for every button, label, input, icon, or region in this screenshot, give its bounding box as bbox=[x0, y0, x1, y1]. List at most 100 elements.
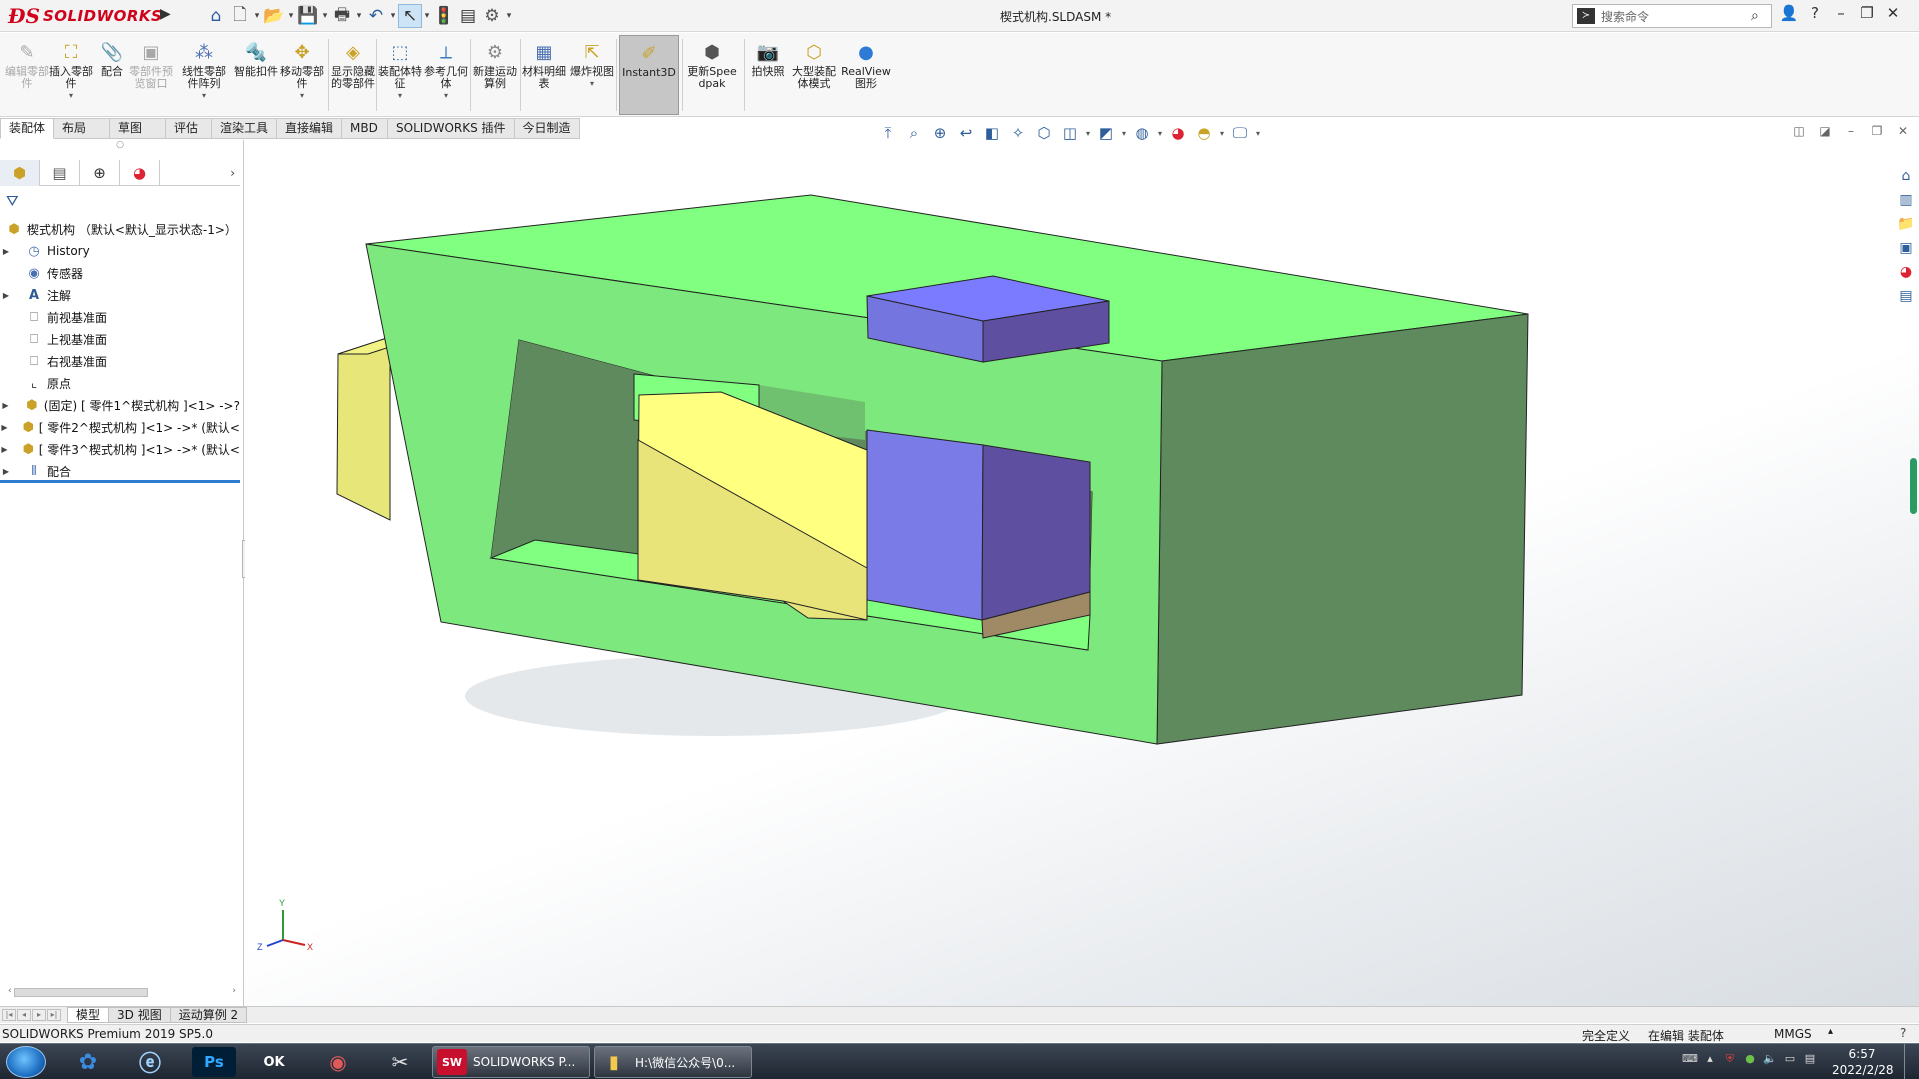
left-wedge-protrusion[interactable] bbox=[336, 336, 391, 521]
open-icon[interactable]: 📂 bbox=[262, 4, 286, 28]
tab-solidworks-addins[interactable]: SOLIDWORKS 插件 bbox=[388, 118, 515, 139]
tree-item-right-plane[interactable]: ⎕ 右视基准面 bbox=[0, 350, 240, 372]
volume-icon[interactable]: 🔈 bbox=[1760, 1052, 1780, 1066]
security-icon[interactable]: ⛨ bbox=[1720, 1052, 1740, 1066]
edit-component-button[interactable]: ✎ 编辑零部件 bbox=[4, 35, 50, 115]
scroll-left-icon[interactable]: ‹ bbox=[8, 986, 12, 996]
hide-show-dropdown-icon[interactable]: ▾ bbox=[1119, 129, 1129, 138]
search-icon[interactable]: ⌕ bbox=[1751, 8, 1771, 24]
tab-direct-editing[interactable]: 直接编辑 bbox=[277, 118, 343, 139]
component-preview-button[interactable]: ▣ 零部件预览窗口 bbox=[128, 35, 174, 115]
viewport-restore-icon[interactable]: ❐ bbox=[1864, 124, 1890, 138]
scroll-right-icon[interactable]: › bbox=[232, 986, 236, 996]
take-snapshot-button[interactable]: 📷 拍快照 bbox=[746, 35, 790, 115]
expand-arrow-icon[interactable]: ▶ bbox=[0, 291, 12, 300]
tree-item-annotations[interactable]: ▶ A 注解 bbox=[0, 284, 240, 306]
dropdown-icon[interactable]: ▾ bbox=[444, 91, 448, 100]
move-component-button[interactable]: ✥ 移动零部件 ▾ bbox=[278, 35, 326, 115]
ie-browser-icon[interactable]: ⓔ bbox=[128, 1047, 172, 1077]
save-dropdown-icon[interactable]: ▾ bbox=[320, 11, 330, 21]
taskbar-task-explorer[interactable]: ▮ H:\微信公众号\0... bbox=[594, 1046, 752, 1078]
linear-pattern-button[interactable]: ⁂ 线性零部件阵列 ▾ bbox=[178, 35, 230, 115]
hide-show-items-icon[interactable]: ◩ bbox=[1093, 124, 1119, 142]
appearance-dropdown-icon[interactable]: ▾ bbox=[1155, 129, 1165, 138]
tree-item-origin[interactable]: ⌞ 原点 bbox=[0, 372, 240, 394]
restore-icon[interactable]: ❐ bbox=[1854, 4, 1880, 22]
viewport-previous-icon[interactable]: ◫ bbox=[1786, 124, 1812, 138]
scroll-thumb[interactable] bbox=[14, 988, 148, 997]
photoshop-icon[interactable]: Ps bbox=[192, 1047, 236, 1077]
expand-arrow-icon[interactable]: ▶ bbox=[0, 467, 12, 476]
scene-dropdown-icon[interactable]: ▾ bbox=[1217, 129, 1227, 138]
view-orientation-icon[interactable]: ⬡ bbox=[1031, 124, 1057, 142]
zoom-to-fit-icon[interactable]: ⌕ bbox=[901, 124, 927, 142]
expand-arrow-icon[interactable]: ▶ bbox=[0, 401, 11, 410]
graphics-area[interactable]: Y X Z bbox=[245, 140, 1919, 1006]
scenes-icon[interactable]: ◕ bbox=[1165, 124, 1191, 142]
new-icon[interactable]: 🗋 bbox=[228, 4, 252, 28]
search-commands-box[interactable]: ≻ 搜索命令 ⌕ bbox=[1572, 4, 1772, 28]
tree-item-mates[interactable]: ▶ ⫴ 配合 bbox=[0, 460, 240, 482]
help-icon[interactable]: ? bbox=[1802, 4, 1828, 22]
tree-item-part2[interactable]: ▶ ⬢ [ 零件2^楔式机构 ]<1> ->* (默认< bbox=[0, 416, 240, 438]
update-speedpak-button[interactable]: ⬢ 更新Speedpak bbox=[684, 35, 740, 115]
solidworks-resources-icon[interactable]: ⌂ bbox=[1894, 168, 1918, 192]
viewport-scroll-handle[interactable] bbox=[1910, 458, 1917, 514]
property-manager-tab-icon[interactable]: ▤ bbox=[40, 160, 80, 186]
dropdown-icon[interactable]: ▾ bbox=[300, 91, 304, 100]
options-dropdown-icon[interactable]: ▾ bbox=[504, 11, 514, 21]
view-orientation-arrows-icon[interactable]: ⤒ bbox=[875, 124, 901, 142]
display-style-dropdown-icon[interactable]: ▾ bbox=[1083, 129, 1093, 138]
rollback-bar[interactable] bbox=[0, 480, 240, 483]
tree-item-front-plane[interactable]: ⎕ 前视基准面 bbox=[0, 306, 240, 328]
expand-arrow-icon[interactable]: ▶ bbox=[0, 445, 9, 454]
rebuild-icon[interactable]: 🚦 bbox=[432, 4, 456, 28]
first-tab-icon[interactable]: |◂ bbox=[2, 1009, 16, 1021]
view-settings-dropdown-icon[interactable]: ▾ bbox=[1253, 129, 1263, 138]
feature-manager-tab-icon[interactable]: ⬢ bbox=[0, 160, 40, 186]
new-motion-study-button[interactable]: ⚙ 新建运动算例 bbox=[472, 35, 518, 115]
frame-side-face[interactable] bbox=[1156, 313, 1529, 745]
keyboard-icon[interactable]: ⌨ bbox=[1680, 1052, 1700, 1066]
smart-fasteners-button[interactable]: 🔩 智能扣件 bbox=[234, 35, 278, 115]
tab-sketch[interactable]: 草图 bbox=[110, 118, 167, 139]
show-desktop-button[interactable] bbox=[1904, 1044, 1919, 1079]
tab-3d-views[interactable]: 3D 视图 bbox=[108, 1007, 171, 1023]
print-icon[interactable]: 🖶 bbox=[330, 4, 354, 28]
last-tab-icon[interactable]: ▸| bbox=[47, 1009, 61, 1021]
tree-item-top-plane[interactable]: ⎕ 上视基准面 bbox=[0, 328, 240, 350]
model-viewport[interactable]: Y X Z bbox=[245, 140, 1919, 1006]
prev-tab-icon[interactable]: ◂ bbox=[17, 1009, 31, 1021]
show-hidden-components-button[interactable]: ◈ 显示隐藏的零部件 bbox=[330, 35, 376, 115]
apply-scene-icon[interactable]: ◓ bbox=[1191, 124, 1217, 142]
tab-mbd[interactable]: MBD bbox=[342, 118, 389, 139]
dropdown-icon[interactable]: ▾ bbox=[69, 91, 73, 100]
realview-graphics-button[interactable]: ● RealView图形 bbox=[840, 35, 892, 115]
user-icon[interactable]: 👤 bbox=[1776, 4, 1802, 22]
more-tabs-chevron-icon[interactable]: › bbox=[230, 166, 235, 180]
start-button-icon[interactable] bbox=[6, 1046, 46, 1078]
tree-item-part3[interactable]: ▶ ⬢ [ 零件3^楔式机构 ]<1> ->* (默认< bbox=[0, 438, 240, 460]
dropdown-icon[interactable]: ▾ bbox=[590, 79, 594, 88]
undo-dropdown-icon[interactable]: ▾ bbox=[388, 11, 398, 21]
print-dropdown-icon[interactable]: ▾ bbox=[354, 11, 364, 21]
home-icon[interactable]: ⌂ bbox=[204, 4, 228, 28]
appearances-icon[interactable]: ◕ bbox=[1894, 264, 1918, 288]
tree-root-assembly[interactable]: ⬢ 楔式机构 （默认<默认_显示状态-1>） bbox=[0, 218, 240, 240]
open-dropdown-icon[interactable]: ▾ bbox=[286, 11, 296, 21]
antivirus-icon[interactable]: ● bbox=[1740, 1052, 1760, 1066]
display-manager-tab-icon[interactable]: ◕ bbox=[120, 160, 160, 186]
view-palette-icon[interactable]: ▣ bbox=[1894, 240, 1918, 264]
reference-geometry-button[interactable]: ⟂ 参考几何体 ▾ bbox=[424, 35, 468, 115]
expand-arrow-icon[interactable]: ▶ bbox=[0, 247, 12, 256]
exploded-view-button[interactable]: ⇱ 爆炸视图 ▾ bbox=[570, 35, 614, 115]
select-icon[interactable]: ↖ bbox=[398, 4, 422, 28]
bill-of-materials-button[interactable]: ▦ 材料明细表 bbox=[522, 35, 566, 115]
dynamic-annotation-icon[interactable]: ✧ bbox=[1005, 124, 1031, 142]
notifications-icon[interactable]: ▤ bbox=[1800, 1052, 1820, 1066]
assembly-features-button[interactable]: ⬚ 装配体特征 ▾ bbox=[378, 35, 422, 115]
instant3d-button[interactable]: ✐ Instant3D bbox=[619, 35, 679, 115]
dropdown-icon[interactable]: ▾ bbox=[202, 91, 206, 100]
previous-view-icon[interactable]: ↩ bbox=[953, 124, 979, 142]
menu-expand-arrow-icon[interactable]: ▶ bbox=[160, 6, 171, 22]
